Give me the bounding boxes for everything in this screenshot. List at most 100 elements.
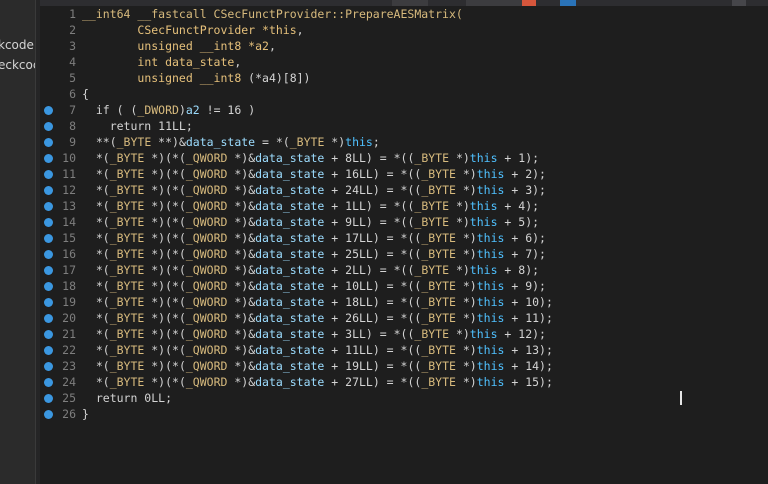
code-text: *(_BYTE *)(*(_QWORD *)&data_state + 18LL… [82, 294, 553, 310]
code-line[interactable]: 14 *(_BYTE *)(*(_QWORD *)&data_state + 9… [40, 214, 768, 230]
breakpoint-icon[interactable] [44, 362, 53, 371]
side-panel-item[interactable]: kcode [0, 38, 34, 52]
code-line[interactable]: 23 *(_BYTE *)(*(_QWORD *)&data_state + 1… [40, 358, 768, 374]
code-token: + 15); [504, 375, 553, 389]
code-token: data_state [255, 279, 325, 293]
code-line[interactable]: 12 *(_BYTE *)(*(_QWORD *)&data_state + 2… [40, 182, 768, 198]
code-token: *) [449, 327, 470, 341]
code-line[interactable]: 9 **(_BYTE **)&data_state = *(_BYTE *)th… [40, 134, 768, 150]
code-line[interactable]: 1 __int64 __fastcall CSecFunctProvider::P… [40, 6, 768, 22]
code-text: *(_BYTE *)(*(_QWORD *)&data_state + 1LL)… [82, 198, 539, 214]
breakpoint-icon[interactable] [44, 250, 53, 259]
code-token: *( [82, 295, 110, 309]
code-token: **( [82, 135, 117, 149]
breakpoint-icon[interactable] [44, 378, 53, 387]
line-number: 15 [62, 231, 76, 245]
code-line[interactable]: 22 *(_BYTE *)(*(_QWORD *)&data_state + 1… [40, 342, 768, 358]
code-line[interactable]: 25 return 0LL; [40, 390, 768, 406]
code-token: *)(*( [144, 279, 186, 293]
code-token: *( [82, 311, 110, 325]
code-token: _BYTE [414, 327, 450, 341]
breakpoint-icon[interactable] [44, 122, 53, 131]
breakpoint-icon[interactable] [44, 282, 53, 291]
line-number: 7 [69, 103, 76, 117]
code-token: *) [455, 375, 477, 389]
code-token: data_state [255, 359, 325, 373]
breakpoint-icon[interactable] [44, 154, 53, 163]
code-token: _BYTE [421, 359, 456, 373]
line-number: 5 [69, 71, 76, 85]
code-line[interactable]: 6{ [40, 86, 768, 102]
code-line[interactable]: 10 *(_BYTE *)(*(_QWORD *)&data_state + 8… [40, 150, 768, 166]
code-token: _QWORD [185, 263, 228, 277]
breakpoint-icon[interactable] [44, 394, 53, 403]
code-token: _QWORD [185, 327, 228, 341]
code-line[interactable]: 15 *(_BYTE *)(*(_QWORD *)&data_state + 1… [40, 230, 768, 246]
line-number: 14 [62, 215, 76, 229]
pseudocode-editor[interactable]: 1 __int64 __fastcall CSecFunctProvider::P… [40, 6, 768, 484]
line-number: 20 [62, 311, 76, 325]
code-token: *)(*( [144, 263, 186, 277]
code-line[interactable]: 4 int data_state, [40, 54, 768, 70]
code-token: _BYTE [109, 343, 145, 357]
side-panel-item[interactable]: eckcoc [0, 58, 35, 72]
code-token: *) [449, 151, 470, 165]
code-token: *)& [227, 151, 256, 165]
breakpoint-icon[interactable] [44, 234, 53, 243]
code-line[interactable]: 13 *(_BYTE *)(*(_QWORD *)&data_state + 1… [40, 198, 768, 214]
code-line[interactable]: 5 unsigned __int8 (*a4)[8]) [40, 70, 768, 86]
code-token: *)(*( [144, 167, 186, 181]
code-token: _BYTE [109, 311, 145, 325]
line-number: 9 [69, 135, 76, 149]
breakpoint-icon[interactable] [44, 186, 53, 195]
code-token: + 12); [497, 327, 546, 341]
code-token: CSecFunctProvider *this [137, 23, 297, 37]
code-text: if ( (_DWORD)a2 != 16 ) [82, 102, 255, 118]
breakpoint-icon[interactable] [44, 170, 53, 179]
breakpoint-icon[interactable] [44, 330, 53, 339]
code-token: + 8); [497, 263, 540, 277]
code-token: _QWORD [185, 231, 228, 245]
code-line[interactable]: 18 *(_BYTE *)(*(_QWORD *)&data_state + 1… [40, 278, 768, 294]
code-line[interactable]: 17 *(_BYTE *)(*(_QWORD *)&data_state + 2… [40, 262, 768, 278]
code-line[interactable]: 26} [40, 406, 768, 422]
code-line[interactable]: 7 if ( (_DWORD)a2 != 16 ) [40, 102, 768, 118]
code-line[interactable]: 3 unsigned __int8 *a2, [40, 38, 768, 54]
code-line[interactable]: 2 CSecFunctProvider *this, [40, 22, 768, 38]
breakpoint-icon[interactable] [44, 346, 53, 355]
code-token: data_state [255, 263, 325, 277]
breakpoint-icon[interactable] [44, 266, 53, 275]
code-line[interactable]: 20 *(_BYTE *)(*(_QWORD *)&data_state + 2… [40, 310, 768, 326]
breakpoint-icon[interactable] [44, 410, 53, 419]
breakpoint-icon[interactable] [44, 314, 53, 323]
code-token: this [476, 295, 505, 309]
breakpoint-icon[interactable] [44, 298, 53, 307]
breakpoint-icon[interactable] [44, 106, 53, 115]
code-token: + 11LL) = *(( [324, 343, 422, 357]
code-line[interactable]: 24 *(_BYTE *)(*(_QWORD *)&data_state + 2… [40, 374, 768, 390]
code-text: } [82, 406, 89, 422]
breakpoint-icon[interactable] [44, 202, 53, 211]
code-token: + 10); [504, 295, 553, 309]
code-line[interactable]: 8 return 11LL; [40, 118, 768, 134]
code-line[interactable]: 19 *(_BYTE *)(*(_QWORD *)&data_state + 1… [40, 294, 768, 310]
breakpoint-icon[interactable] [44, 138, 53, 147]
code-token: _QWORD [185, 359, 228, 373]
code-token: *)(*( [144, 247, 186, 261]
code-token: *( [82, 263, 110, 277]
code-line[interactable]: 11 *(_BYTE *)(*(_QWORD *)&data_state + 1… [40, 166, 768, 182]
code-line[interactable]: 16 *(_BYTE *)(*(_QWORD *)&data_state + 2… [40, 246, 768, 262]
code-token: _BYTE [109, 151, 145, 165]
code-token: + 1); [497, 151, 540, 165]
code-token: __int64 __fastcall CSecFunctProvider::Pr… [82, 7, 463, 21]
code-text: *(_BYTE *)(*(_QWORD *)&data_state + 8LL)… [82, 150, 539, 166]
code-line[interactable]: 21 *(_BYTE *)(*(_QWORD *)&data_state + 3… [40, 326, 768, 342]
code-token: *( [82, 167, 110, 181]
code-token: *)(*( [144, 183, 186, 197]
code-token: this [476, 279, 505, 293]
code-text: *(_BYTE *)(*(_QWORD *)&data_state + 10LL… [82, 278, 546, 294]
code-token: this [476, 311, 505, 325]
code-token: this [476, 247, 505, 261]
code-token: _BYTE [109, 247, 145, 261]
breakpoint-icon[interactable] [44, 218, 53, 227]
